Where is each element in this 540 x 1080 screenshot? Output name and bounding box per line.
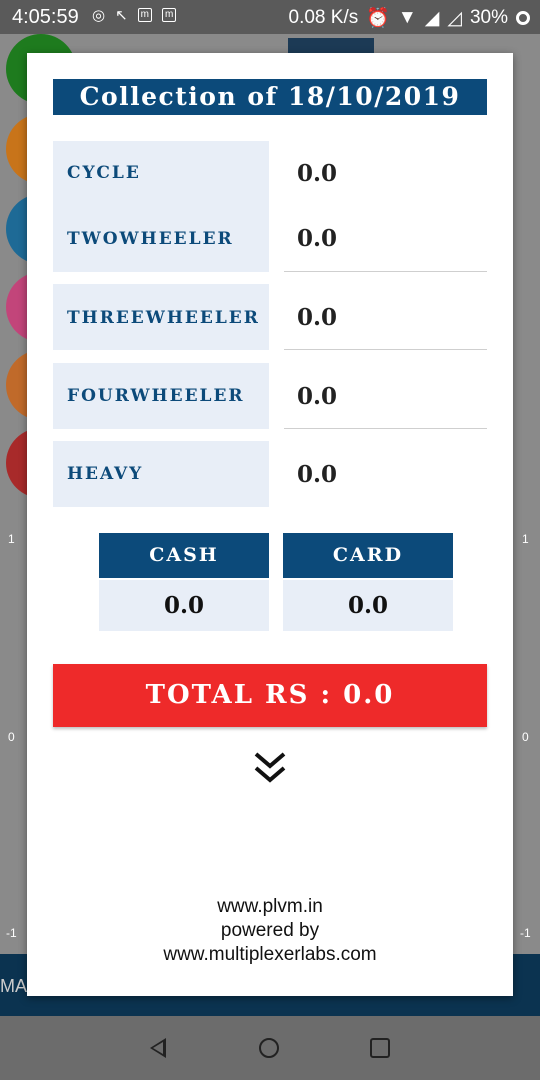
footer-link-plvm[interactable]: www.plvm.in	[27, 895, 513, 919]
label-box	[53, 141, 269, 272]
background-strip-text: MA	[0, 976, 27, 996]
home-icon[interactable]	[259, 1038, 279, 1058]
row-label-fourwheeler: FOURWHEELER	[67, 386, 245, 406]
card-header: CARD	[283, 533, 453, 578]
axis-tick: 0	[8, 730, 15, 744]
row-value-threewheeler: 0.0	[297, 304, 338, 331]
signal-icon: ◿	[447, 7, 462, 29]
axis-tick: 1	[522, 532, 529, 546]
footer: www.plvm.in powered by www.multiplexerla…	[27, 895, 513, 967]
row-label-twowheeler: TWOWHEELER	[67, 229, 234, 249]
row-value-twowheeler: 0.0	[297, 225, 338, 252]
wifi-icon: ▼	[397, 7, 417, 28]
divider	[284, 349, 487, 350]
status-time: 4:05:59	[12, 6, 79, 28]
row-label-threewheeler: THREEWHEELER	[67, 308, 260, 328]
status-bar: 4:05:59 ◎ ↖ m m 0.08 K/s ⏰ ▼ ◢ ◿ 30%	[0, 0, 540, 34]
footer-powered-by: powered by	[220, 920, 320, 941]
collection-dialog: Collection of 18/10/2019 CYCLE 0.0 TWOWH…	[27, 53, 513, 996]
axis-tick: 0	[522, 730, 529, 744]
row-value-heavy: 0.0	[297, 461, 338, 488]
app-notification-icon: m	[137, 8, 153, 22]
navigation-bar	[0, 1016, 540, 1080]
notification-icons: ◎ ↖ m m	[92, 6, 177, 24]
double-chevron-down-icon[interactable]	[253, 750, 287, 786]
battery-icon	[516, 11, 530, 25]
row-label-cycle: CYCLE	[67, 163, 141, 183]
app-notification-icon: m	[162, 8, 177, 22]
missed-call-icon: ↖	[115, 7, 128, 24]
axis-tick: -1	[6, 926, 17, 940]
back-icon[interactable]	[150, 1038, 166, 1058]
row-value-cycle: 0.0	[297, 160, 338, 187]
network-speed: 0.08 K/s	[288, 7, 359, 28]
radar-icon: ◎	[92, 7, 106, 24]
divider	[284, 271, 487, 272]
card-value: 0.0	[283, 580, 453, 631]
divider	[284, 428, 487, 429]
cash-header: CASH	[99, 533, 269, 578]
axis-tick: 1	[8, 532, 15, 546]
system-indicators: 0.08 K/s ⏰ ▼ ◢ ◿ 30%	[289, 6, 530, 30]
footer-link-multiplexerlabs[interactable]: www.multiplexerlabs.com	[27, 943, 513, 967]
dialog-title: Collection of 18/10/2019	[53, 79, 487, 115]
row-label-heavy: HEAVY	[67, 464, 144, 484]
battery-level: 30%	[469, 7, 508, 28]
total-banner: TOTAL RS : 0.0	[53, 664, 487, 727]
cash-value: 0.0	[99, 580, 269, 631]
recent-apps-icon[interactable]	[370, 1038, 390, 1058]
signal-icon: ◢	[424, 7, 440, 29]
axis-tick: -1	[520, 926, 531, 940]
alarm-icon: ⏰	[366, 8, 390, 29]
row-value-fourwheeler: 0.0	[297, 383, 338, 410]
